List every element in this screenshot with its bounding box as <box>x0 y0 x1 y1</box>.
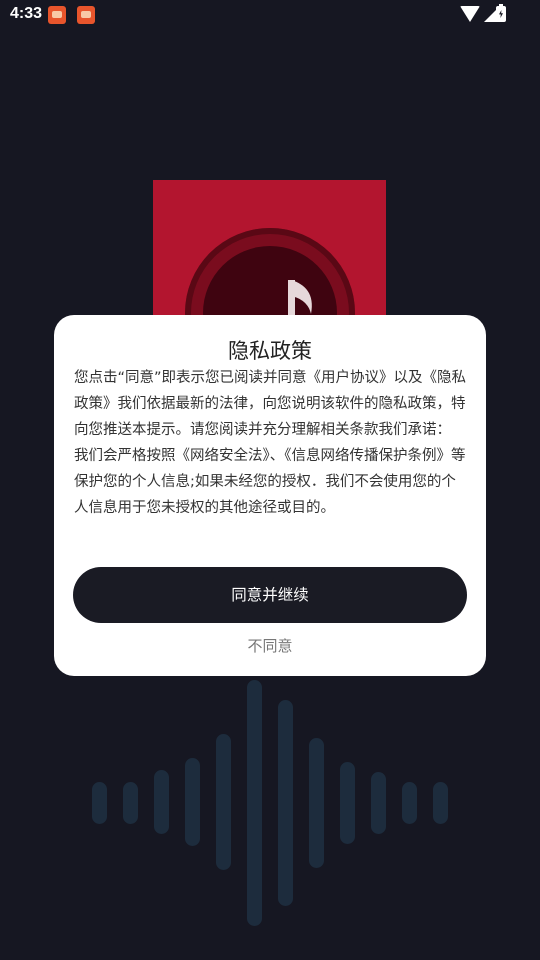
dialog-title: 隐私政策 <box>228 339 312 363</box>
waveform-bar <box>92 782 107 824</box>
waveform-bar <box>340 762 355 844</box>
waveform-bar <box>309 738 324 868</box>
waveform-bar <box>371 772 386 834</box>
waveform-bar <box>278 700 293 906</box>
policy-paragraph: 我们会严格按照《网络安全法》、《信息网络传播保护条例》等保护您的个人信息;如果未… <box>74 448 466 516</box>
privacy-policy-dialog: 隐私政策 您点击“同意”即表示您已阅读并同意《用户协议》以及《隐私政策》我们依据… <box>54 315 486 676</box>
waveform-bar <box>247 680 262 926</box>
waveform-bar <box>402 782 417 824</box>
waveform-bar <box>185 758 200 846</box>
waveform-bar <box>216 734 231 870</box>
waveform-bar <box>433 782 448 824</box>
agree-continue-button[interactable]: 同意并继续 <box>73 567 467 623</box>
policy-paragraph: 您点击“同意”即表示您已阅读并同意《用户协议》以及《隐私政策》我们依据最新的法律… <box>74 370 467 438</box>
waveform-bar <box>123 782 138 824</box>
waveform-bar <box>154 770 169 834</box>
dialog-body: 您点击“同意”即表示您已阅读并同意《用户协议》以及《隐私政策》我们依据最新的法律… <box>74 365 468 521</box>
disagree-button[interactable]: 不同意 <box>54 635 486 656</box>
